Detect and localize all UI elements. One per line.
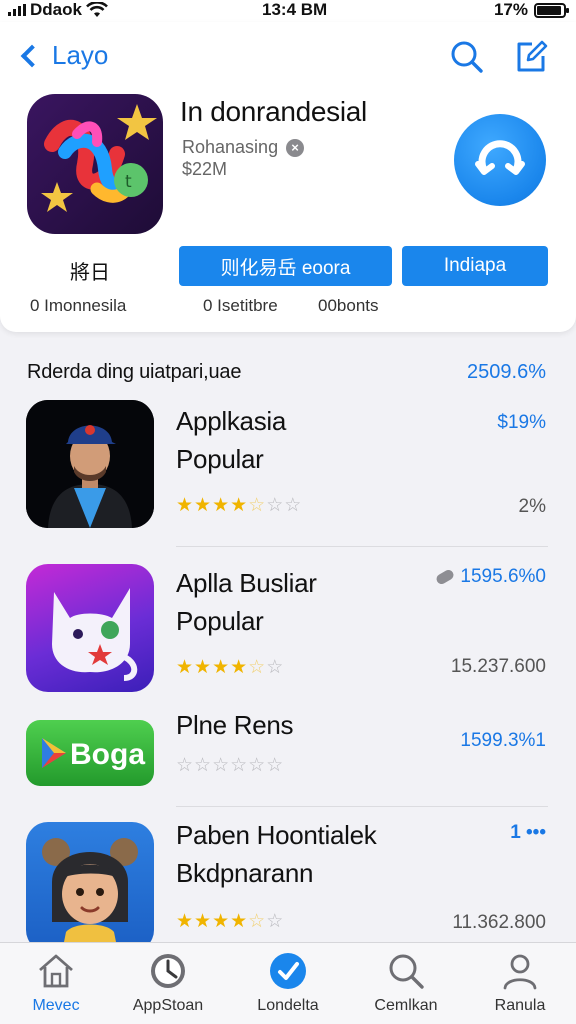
get-button[interactable]: 则化易岳 eoora [179, 246, 392, 286]
tab-home[interactable]: Mevec [0, 951, 112, 1015]
carrier-group: Ddaok [8, 0, 108, 20]
app-stat-group: 1595.6%0 [435, 566, 546, 588]
clock: 13:4 BM [262, 0, 328, 19]
battery-percent: 17% [493, 0, 528, 19]
status-bar: Ddaok 13:4 BM 17% [0, 0, 576, 22]
divider [176, 806, 548, 807]
back-button[interactable]: Layo [18, 40, 108, 71]
section-stat[interactable]: 2509.6% [467, 361, 546, 384]
divider [176, 546, 548, 547]
share-button[interactable] [454, 114, 546, 206]
rating-stars: ★★★★☆☆ [176, 657, 285, 678]
list-item[interactable]: Boga Plne Rens ☆☆☆☆☆☆ 1599.3%1 [0, 708, 576, 798]
featured-app-card: Layo t In donrandesial Rohanasing × $22M [0, 22, 576, 332]
clock-icon [151, 954, 185, 988]
app-stat: 1595.6%0 [460, 566, 546, 587]
more-menu[interactable]: 1 ••• [510, 822, 546, 844]
featured-app-icon[interactable]: t [27, 94, 163, 234]
app-category: Popular [176, 606, 264, 636]
tab-updates[interactable]: Londelta [232, 951, 344, 1015]
open-button[interactable]: Indiapa [402, 246, 548, 286]
app-sub-value: 2% [518, 496, 546, 517]
list-item[interactable]: Paben Hoontialek Bkdpnarann ★★★★☆☆ 1 •••… [0, 820, 576, 952]
tab-bar: Mevec AppStoan Londelta Cemlkan Ranula [0, 942, 576, 1024]
search-icon [389, 954, 424, 989]
app-stat: $19% [497, 412, 546, 433]
tag-icon [435, 568, 456, 586]
tab-label: Mevec [32, 997, 80, 1014]
carrier-label: Ddaok [30, 0, 82, 19]
nav-actions [450, 40, 548, 74]
app-icon-text: Boga [70, 738, 145, 771]
compose-icon[interactable] [514, 40, 548, 74]
featured-app-price: $22M [182, 159, 228, 179]
checkmark-icon [270, 953, 306, 989]
battery-icon [534, 2, 569, 18]
meta-settings: 0 Isetitbre [203, 296, 278, 315]
featured-app-title: In donrandesial [180, 96, 367, 127]
person-icon [503, 954, 537, 990]
tab-label: Londelta [257, 997, 319, 1014]
app-name: Plne Rens [176, 710, 294, 740]
home-icon [39, 954, 73, 988]
tab-profile[interactable]: Ranula [464, 951, 576, 1015]
meta-points: 00bonts [318, 296, 379, 315]
developer-row: Rohanasing × [182, 137, 305, 158]
app-sub-value: 15.237.600 [450, 656, 546, 677]
meta-region: 0 Imonnesila [30, 296, 127, 315]
app-name: Paben Hoontialek [176, 820, 377, 850]
app-icon-person [26, 400, 154, 528]
app-icon-cat [26, 564, 154, 692]
app-icon-play: Boga [26, 720, 154, 786]
rating-stars: ★★★★☆☆☆ [176, 495, 303, 516]
tab-label: Cemlkan [374, 997, 438, 1014]
tab-label: Ranula [494, 997, 546, 1014]
list-item[interactable]: Applkasia Popular ★★★★☆☆☆ $19% 2% [0, 400, 576, 532]
app-stat: 1599.3%1 [460, 730, 546, 751]
refresh-icon [475, 140, 525, 175]
svg-text:t: t [125, 172, 132, 192]
search-icon[interactable] [450, 40, 484, 74]
rating-stars: ★★★★☆☆ [176, 911, 285, 932]
chevron-left-icon [20, 44, 44, 67]
clear-icon[interactable]: × [286, 138, 305, 157]
section-title: Rderda ding uiatpari,uae [27, 361, 242, 383]
list-item[interactable]: Aplla Busliar Popular ★★★★☆☆ 1595.6%0 15… [0, 564, 576, 692]
app-category: Popular [176, 444, 264, 474]
tab-appstore[interactable]: AppStoan [112, 951, 224, 1015]
rating-stars: ☆☆☆☆☆☆ [176, 755, 285, 776]
back-label: Layo [52, 40, 109, 70]
app-category: Bkdpnarann [176, 858, 314, 888]
app-name: Applkasia [176, 406, 287, 436]
app-name: Aplla Busliar [176, 568, 317, 598]
app-sub-value: 11.362.800 [452, 912, 546, 933]
signal-icon [8, 4, 26, 16]
wifi-icon [86, 2, 108, 17]
category-label: 將日 [70, 262, 110, 284]
battery-group: 17% [493, 0, 569, 20]
app-icon-avatar [26, 822, 154, 952]
tab-search[interactable]: Cemlkan [350, 951, 462, 1015]
tab-label: AppStoan [132, 997, 204, 1014]
developer-name[interactable]: Rohanasing [182, 137, 278, 158]
